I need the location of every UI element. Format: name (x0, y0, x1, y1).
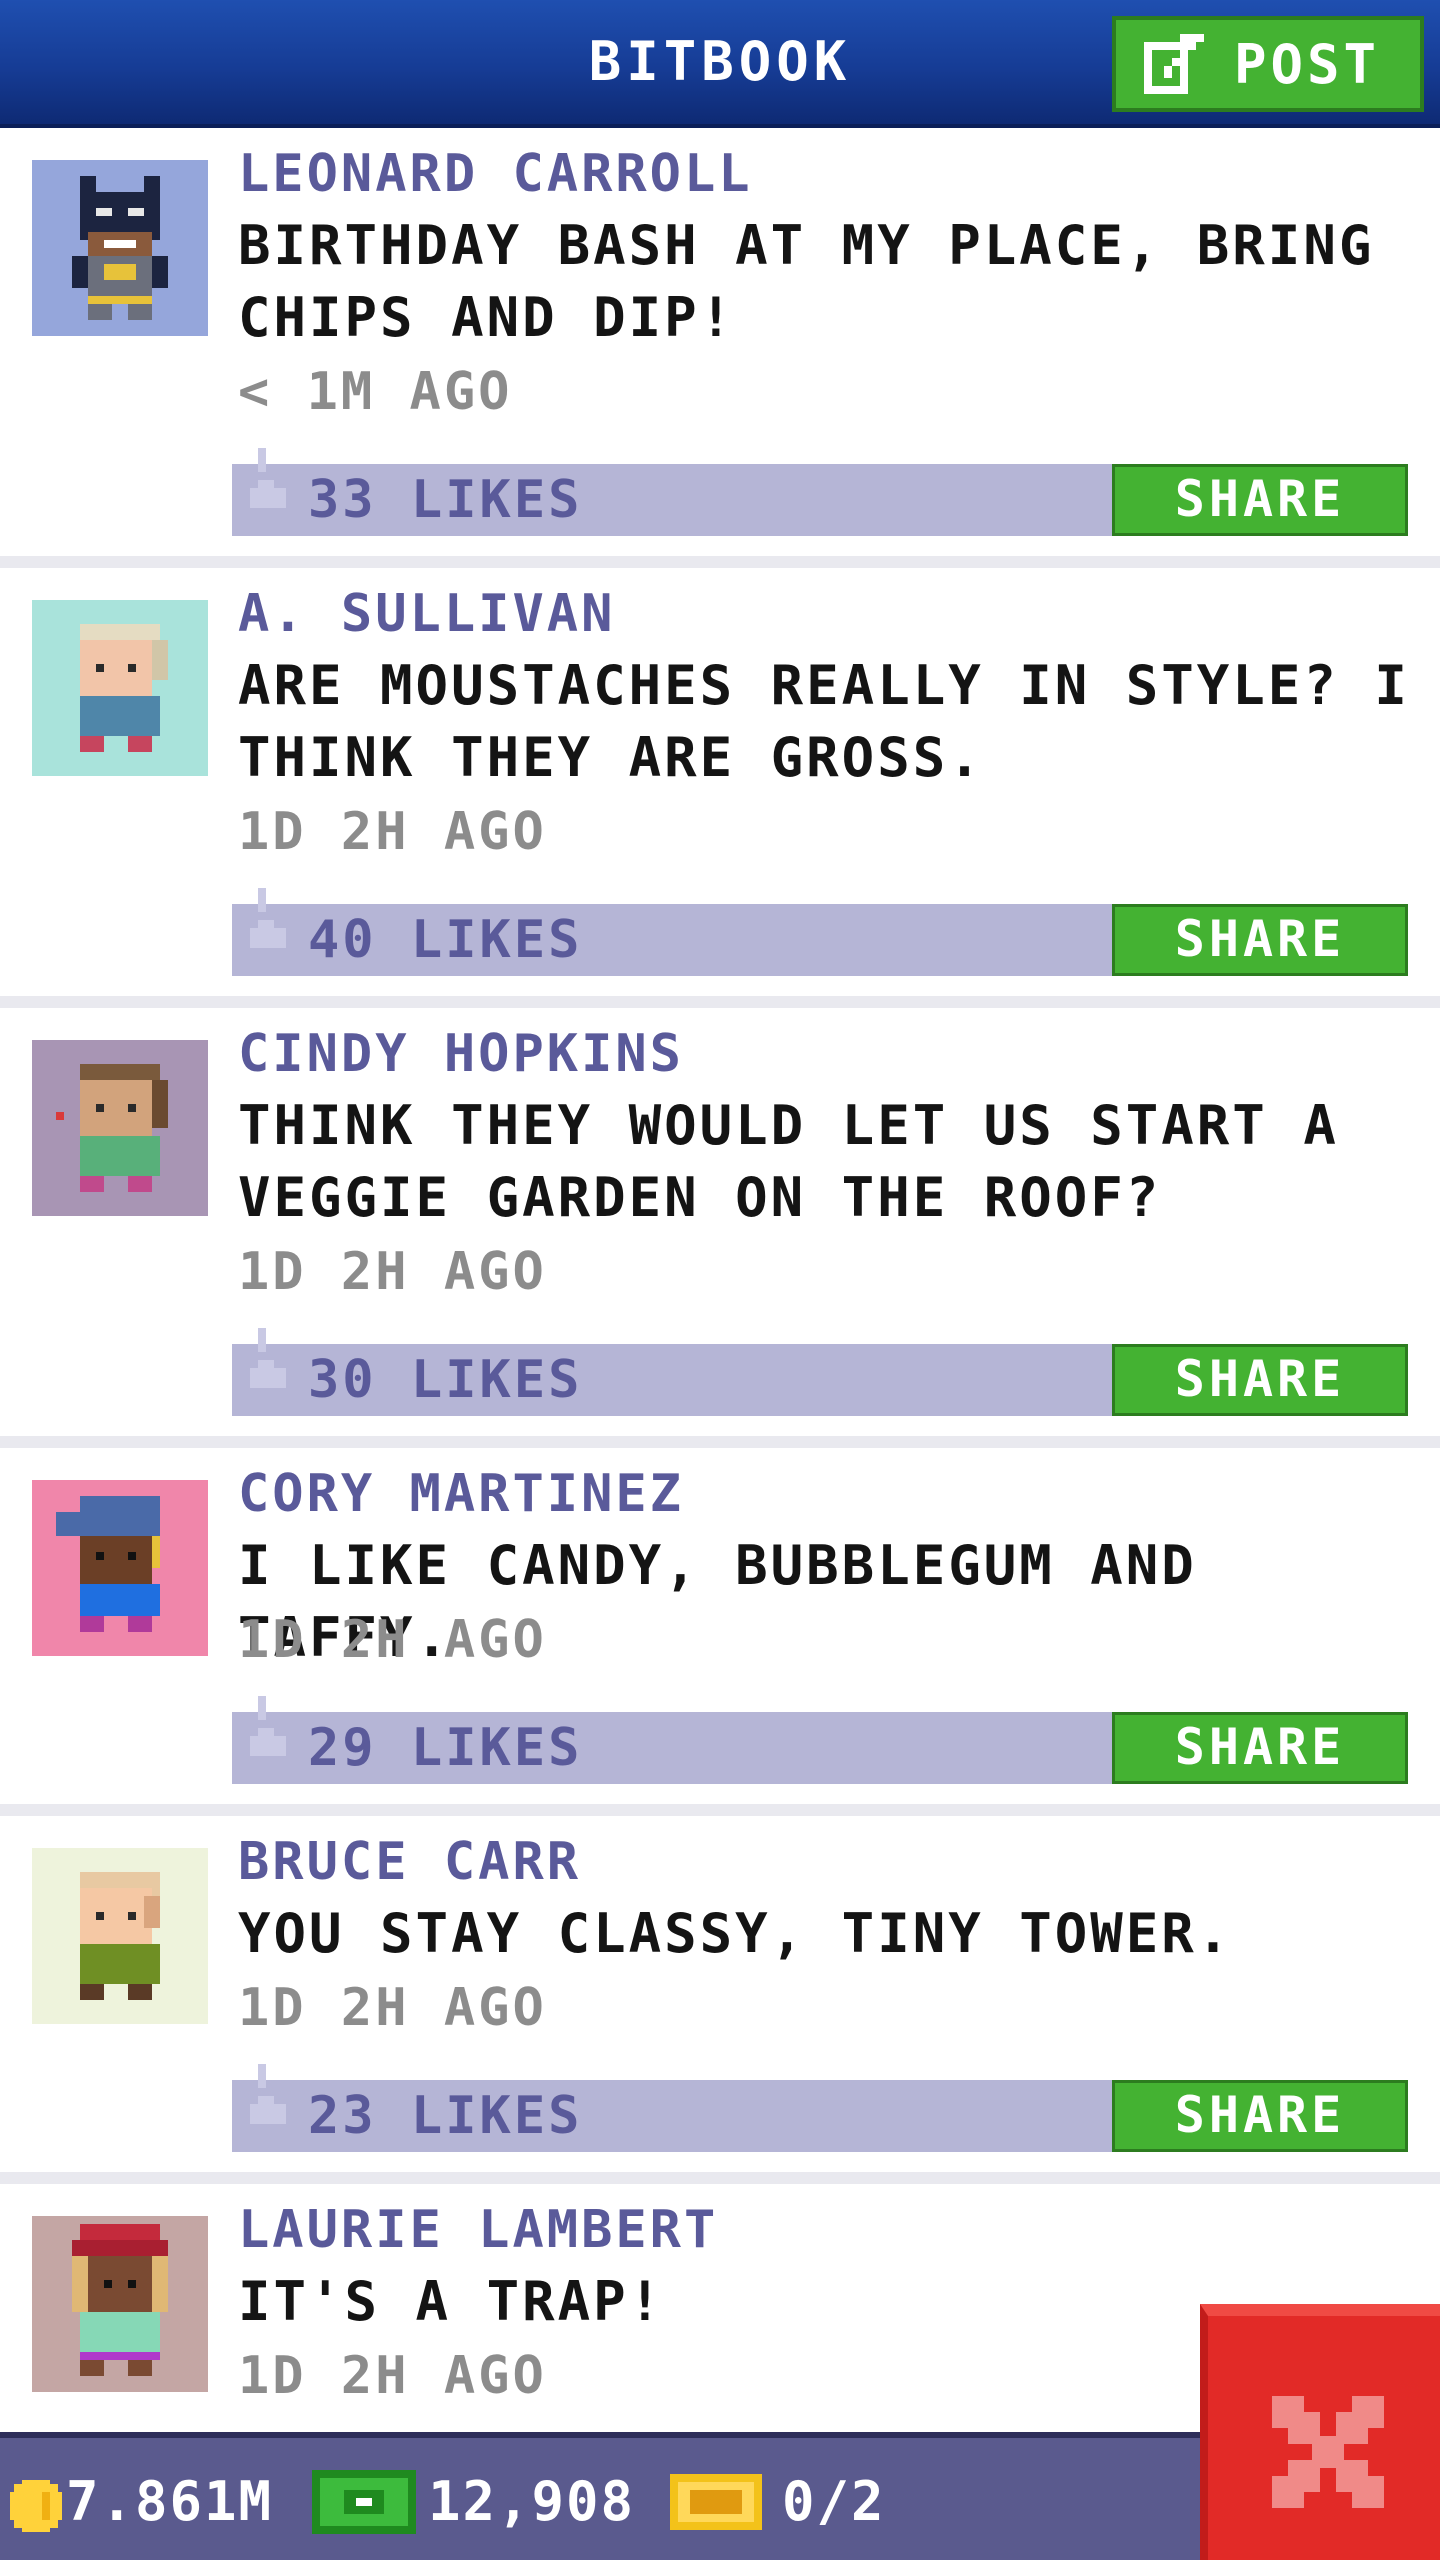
post-time: 1D 2H AGO (238, 802, 547, 862)
post-button[interactable]: POST (1112, 16, 1424, 112)
post-message: BIRTHDAY BASH AT MY PLACE, BRING CHIPS A… (238, 214, 1375, 349)
feed-post: CORY MARTINEZ I LIKE CANDY, BUBBLEGUM AN… (0, 1448, 1440, 1804)
post-message: THINK THEY WOULD LET US START A VEGGIE G… (238, 1094, 1339, 1229)
bux-count: 12,908 (428, 2470, 636, 2533)
feed-post: CINDY HOPKINS THINK THEY WOULD LET US ST… (0, 1008, 1440, 1436)
post-author[interactable]: CORY MARTINEZ (238, 1464, 684, 1524)
likes-count: 23 LIKES (308, 2086, 583, 2146)
like-bar: 23 LIKES SHARE (232, 2064, 1408, 2152)
feed-post: A. SULLIVAN ARE MOUSTACHES REALLY IN STY… (0, 568, 1440, 996)
thumbs-up-icon[interactable] (246, 1328, 290, 1396)
bitbook-screen: BITBOOK POST LEONARD CARROLL BIRTHDAY BA… (0, 0, 1440, 2560)
post-author[interactable]: LAURIE LAMBERT (238, 2200, 718, 2260)
post-author[interactable]: LEONARD CARROLL (238, 144, 753, 204)
share-button[interactable]: SHARE (1112, 1712, 1408, 1784)
header-bar: BITBOOK POST (0, 0, 1440, 128)
avatar (32, 600, 208, 776)
thumbs-up-icon[interactable] (246, 2064, 290, 2132)
share-button[interactable]: SHARE (1112, 464, 1408, 536)
post-author[interactable]: CINDY HOPKINS (238, 1024, 684, 1084)
close-icon (1272, 2396, 1384, 2512)
post-time: 1D 2H AGO (238, 1610, 547, 1670)
avatar (32, 2216, 208, 2392)
avatar (32, 1848, 208, 2024)
post-time: 1D 2H AGO (238, 2346, 547, 2406)
avatar (32, 1480, 208, 1656)
coin-icon (10, 2480, 62, 2536)
post-author[interactable]: BRUCE CARR (238, 1832, 581, 1892)
feed-post: LEONARD CARROLL BIRTHDAY BASH AT MY PLAC… (0, 128, 1440, 556)
post-time: < 1M AGO (238, 362, 513, 422)
share-button[interactable]: SHARE (1112, 2080, 1408, 2152)
likes-count: 30 LIKES (308, 1350, 583, 1410)
post-time: 1D 2H AGO (238, 1978, 547, 2038)
like-bar: 29 LIKES SHARE (232, 1696, 1408, 1784)
thumbs-up-icon[interactable] (246, 448, 290, 516)
like-bar: 40 LIKES SHARE (232, 888, 1408, 976)
post-author[interactable]: A. SULLIVAN (238, 584, 615, 644)
feed-post: BRUCE CARR YOU STAY CLASSY, TINY TOWER. … (0, 1816, 1440, 2172)
ticket-icon (670, 2474, 762, 2534)
coins-count: 7.861M (66, 2470, 274, 2533)
avatar (32, 1040, 208, 1216)
edit-icon (1144, 34, 1204, 94)
post-message: ARE MOUSTACHES REALLY IN STYLE? I THINK … (238, 654, 1410, 789)
likes-count: 40 LIKES (308, 910, 583, 970)
avatar (32, 160, 208, 336)
share-button[interactable]: SHARE (1112, 904, 1408, 976)
post-message: YOU STAY CLASSY, TINY TOWER. (238, 1902, 1233, 1965)
likes-count: 33 LIKES (308, 470, 583, 530)
post-button-label: POST (1234, 32, 1381, 96)
tickets-count: 0/2 (782, 2470, 886, 2533)
thumbs-up-icon[interactable] (246, 1696, 290, 1764)
post-time: 1D 2H AGO (238, 1242, 547, 1302)
share-button[interactable]: SHARE (1112, 1344, 1408, 1416)
likes-count: 29 LIKES (308, 1718, 583, 1778)
close-button[interactable] (1200, 2304, 1440, 2560)
bux-icon (312, 2470, 416, 2538)
like-bar: 30 LIKES SHARE (232, 1328, 1408, 1416)
like-bar: 33 LIKES SHARE (232, 448, 1408, 536)
thumbs-up-icon[interactable] (246, 888, 290, 956)
